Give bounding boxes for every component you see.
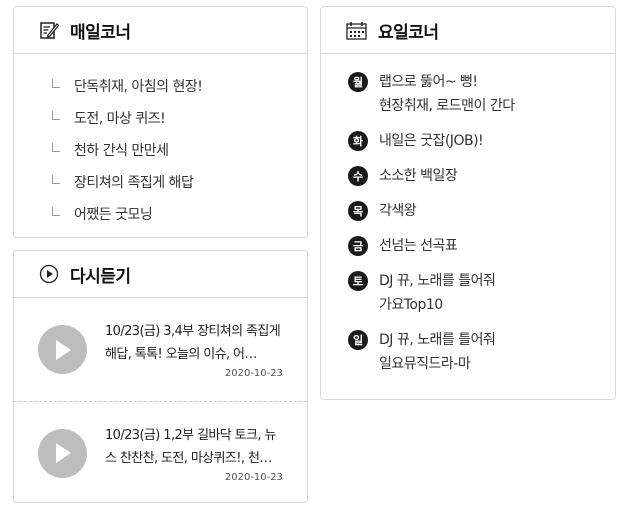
program-title: 각색왕 (379, 203, 417, 219)
day-badge: 월 (348, 72, 368, 92)
play-button[interactable] (38, 325, 87, 374)
day-badge: 수 (348, 166, 368, 186)
calendar-icon (346, 21, 367, 40)
program-subtitle: 일요뮤직드라-마 (379, 356, 471, 372)
day-badge: 토 (348, 271, 368, 291)
replay-episode-title[interactable]: 10/23(금) 1,2부 길바닥 토크, 뉴스 찬찬찬, 도전, 마상퀴즈!,… (105, 424, 283, 470)
play-circle-icon (39, 264, 59, 284)
weekday-corner-header: 요일코너 (321, 7, 615, 54)
program-subtitle: 가요Top10 (379, 297, 443, 313)
weekday-corner-title: 요일코너 (378, 22, 439, 43)
replay-item[interactable]: 10/23(금) 3,4부 장티쳐의 족집게 해답, 톡톡! 오늘의 이슈, 어… (14, 298, 307, 401)
replay-episode-title[interactable]: 10/23(금) 3,4부 장티쳐의 족집게 해답, 톡톡! 오늘의 이슈, 어… (105, 320, 283, 366)
program-title: DJ 뀨, 노래를 틀어줘 (379, 273, 496, 289)
program-title: 랩으로 뚫어~ 뻥! (379, 74, 478, 90)
list-item[interactable]: 토 DJ 뀨, 노래를 틀어줘 가요Top10 (348, 269, 615, 317)
day-badge: 목 (348, 201, 368, 221)
tree-branch-icon (52, 110, 60, 120)
list-item[interactable]: 장티쳐의 족집게 해답 (14, 166, 307, 198)
program-title: 소소한 백일장 (379, 168, 458, 184)
daily-corner-title: 매일코너 (70, 22, 131, 43)
replay-title: 다시듣기 (70, 266, 131, 287)
play-icon (55, 443, 71, 463)
day-badge: 일 (348, 330, 368, 350)
replay-date: 2020-10-23 (224, 471, 283, 483)
list-item[interactable]: 월 랩으로 뚫어~ 뻥! 현장취재, 로드맨이 간다 (348, 70, 615, 118)
list-item[interactable]: 일 DJ 뀨, 노래를 틀어줘 일요뮤직드라-마 (348, 328, 615, 376)
list-item[interactable]: 단독취재, 아침의 현장! (14, 70, 307, 102)
tree-branch-icon (52, 142, 60, 152)
list-item[interactable]: 목 각색왕 (348, 199, 615, 223)
replay-header: 다시듣기 (14, 251, 307, 298)
tree-branch-icon (52, 78, 60, 88)
daily-corner-list: 단독취재, 아침의 현장! 도전, 마상 퀴즈! 천하 간식 만만세 장티쳐의 … (14, 54, 307, 230)
program-title: 내일은 굿잡(JOB)! (379, 133, 484, 149)
list-item[interactable]: 화 내일은 굿잡(JOB)! (348, 129, 615, 153)
list-item[interactable]: 도전, 마상 퀴즈! (14, 102, 307, 134)
replay-item[interactable]: 10/23(금) 1,2부 길바닥 토크, 뉴스 찬찬찬, 도전, 마상퀴즈!,… (14, 401, 307, 502)
tree-branch-icon (52, 206, 60, 216)
day-badge: 금 (348, 236, 368, 256)
day-badge: 화 (348, 131, 368, 151)
play-button[interactable] (38, 428, 87, 478)
program-subtitle: 현장취재, 로드맨이 간다 (379, 98, 515, 114)
list-item[interactable]: 천하 간식 만만세 (14, 134, 307, 166)
play-icon (55, 339, 71, 360)
list-item[interactable]: 수 소소한 백일장 (348, 164, 615, 188)
replay-panel: 다시듣기 10/23(금) 3,4부 장티쳐의 족집게 해답, 톡톡! 오늘의 … (13, 250, 308, 503)
list-item[interactable]: 금 선넘는 선곡표 (348, 234, 615, 258)
weekday-corner-panel: 요일코너 월 랩으로 뚫어~ 뻥! 현장취재, 로드맨이 간다 화 내일은 굿잡… (320, 6, 616, 400)
list-item[interactable]: 어쨌든 굿모닝 (14, 198, 307, 230)
note-edit-icon (39, 20, 59, 40)
weekday-corner-list: 월 랩으로 뚫어~ 뻥! 현장취재, 로드맨이 간다 화 내일은 굿잡(JOB)… (321, 54, 615, 376)
program-title: DJ 뀨, 노래를 틀어줘 (379, 332, 496, 348)
daily-corner-panel: 매일코너 단독취재, 아침의 현장! 도전, 마상 퀴즈! 천하 간식 만만세 … (13, 6, 308, 238)
replay-date: 2020-10-23 (224, 368, 283, 379)
daily-corner-header: 매일코너 (14, 7, 307, 54)
tree-branch-icon (52, 174, 60, 184)
program-title: 선넘는 선곡표 (379, 238, 458, 254)
